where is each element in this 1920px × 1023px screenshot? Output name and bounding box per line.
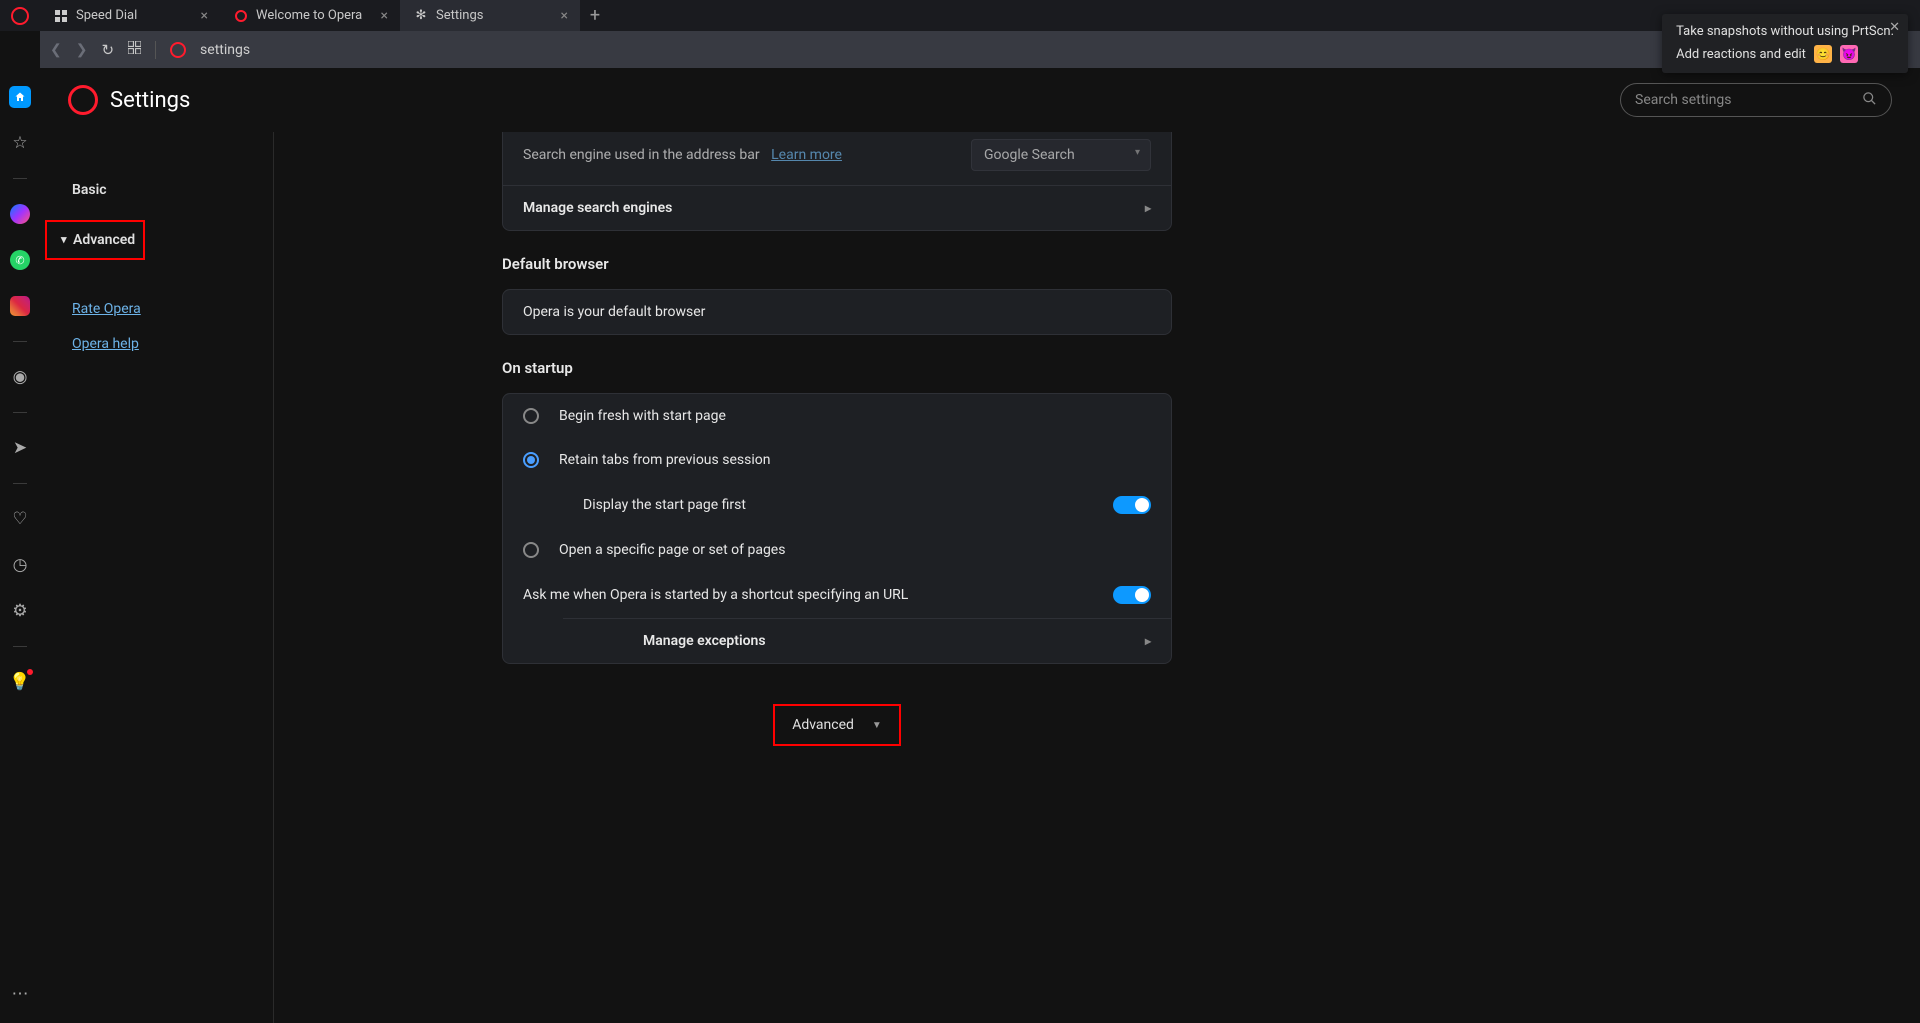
startup-opt-fresh[interactable]: Begin fresh with start page <box>503 394 1171 438</box>
radio-label: Begin fresh with start page <box>559 408 726 424</box>
manage-exceptions-row[interactable]: Manage exceptions ▸ <box>563 618 1171 663</box>
messenger-icon[interactable] <box>9 203 31 225</box>
tooltip-line2-row: Add reactions and edit 😊 😈 <box>1676 45 1894 63</box>
toggle-label: Display the start page first <box>583 497 746 513</box>
address-text[interactable]: settings <box>200 42 250 58</box>
tab-label: Settings <box>436 8 483 23</box>
rate-opera-link[interactable]: Rate Opera <box>72 301 141 317</box>
new-tab-button[interactable]: + <box>580 0 610 31</box>
radio-icon[interactable] <box>523 542 539 558</box>
tooltip-line2: Add reactions and edit <box>1676 47 1806 62</box>
startup-opt-specific[interactable]: Open a specific page or set of pages <box>503 528 1171 572</box>
instagram-icon[interactable] <box>9 295 31 317</box>
section-startup-title: On startup <box>502 359 1172 377</box>
chevron-right-icon: ▸ <box>1145 201 1151 215</box>
search-engine-dropdown[interactable]: Google Search <box>971 139 1151 171</box>
nav-rate-opera[interactable]: Rate Opera <box>40 290 273 325</box>
tooltip-line1: Take snapshots without using PrtScn. <box>1676 24 1894 39</box>
nav-basic[interactable]: Basic <box>40 172 273 208</box>
divider <box>13 341 27 342</box>
learn-more-link[interactable]: Learn more <box>771 147 842 163</box>
gear-icon: ✻ <box>414 9 428 23</box>
divider <box>155 41 156 59</box>
snapshot-tooltip: ✕ Take snapshots without using PrtScn. A… <box>1662 14 1908 73</box>
tab-speed-dial[interactable]: Speed Dial × <box>40 0 220 31</box>
forward-button[interactable]: ❯ <box>76 42 88 58</box>
radio-label: Retain tabs from previous session <box>559 452 770 468</box>
startup-display-first[interactable]: Display the start page first <box>503 482 1171 528</box>
row-label: Manage exceptions <box>643 633 1135 649</box>
settings-gear-icon[interactable]: ⚙ <box>9 600 31 622</box>
search-icon <box>1862 91 1877 110</box>
radio-icon[interactable] <box>523 452 539 468</box>
heart-icon[interactable]: ♡ <box>9 508 31 530</box>
speed-dial-icon <box>54 9 68 23</box>
startup-opt-retain[interactable]: Retain tabs from previous session <box>503 438 1171 482</box>
settings-main: Search engine used in the address bar Le… <box>274 132 1920 1023</box>
search-engine-row: Search engine used in the address bar Le… <box>503 132 1171 185</box>
close-icon[interactable]: × <box>381 8 388 24</box>
player-icon[interactable]: ◉ <box>9 366 31 388</box>
advanced-toggle-button[interactable]: Advanced ▼ <box>773 704 901 746</box>
nav-opera-help[interactable]: Opera help <box>40 325 273 360</box>
light-icon[interactable]: 💡 <box>9 671 31 693</box>
settings-header: Settings <box>40 68 1920 132</box>
back-button[interactable]: ❮ <box>50 42 62 58</box>
opera-menu-button[interactable] <box>0 0 40 31</box>
emoji-icon: 😈 <box>1840 45 1858 63</box>
toggle-label: Ask me when Opera is started by a shortc… <box>523 587 1093 603</box>
close-icon[interactable]: × <box>201 8 208 24</box>
divider <box>13 178 27 179</box>
tab-label: Speed Dial <box>76 8 137 23</box>
close-icon[interactable]: ✕ <box>1889 20 1900 35</box>
site-identity-icon[interactable] <box>170 42 186 58</box>
nav-advanced[interactable]: Advanced <box>45 220 145 260</box>
search-input[interactable] <box>1635 92 1862 108</box>
startup-card: Begin fresh with start page Retain tabs … <box>502 393 1172 664</box>
search-settings-box[interactable] <box>1620 83 1892 117</box>
toggle-switch[interactable] <box>1113 496 1151 514</box>
divider <box>13 483 27 484</box>
opera-help-link[interactable]: Opera help <box>72 336 139 352</box>
settings-side-nav: Basic Advanced Rate Opera Opera help <box>40 132 274 1023</box>
opera-logo-icon <box>11 7 29 25</box>
history-icon[interactable]: ◷ <box>9 554 31 576</box>
default-browser-card: Opera is your default browser <box>502 289 1172 335</box>
section-default-browser-title: Default browser <box>502 255 1172 273</box>
emoji-icon: 😊 <box>1814 45 1832 63</box>
side-panel: ☆ ✆ ◉ ➤ ♡ ◷ ⚙ 💡 ⋯ <box>0 68 40 1023</box>
page-title: Settings <box>110 88 190 113</box>
speed-dial-shortcut[interactable] <box>128 41 141 58</box>
opera-logo-icon <box>68 85 98 115</box>
tab-label: Welcome to Opera <box>256 8 362 23</box>
row-label: Search engine used in the address bar Le… <box>523 147 971 163</box>
default-browser-status: Opera is your default browser <box>503 290 1171 334</box>
tab-settings[interactable]: ✻ Settings × <box>400 0 580 31</box>
radio-icon[interactable] <box>523 408 539 424</box>
search-engine-card: Search engine used in the address bar Le… <box>502 132 1172 231</box>
more-icon[interactable]: ⋯ <box>9 983 31 1005</box>
row-label: Manage search engines <box>523 200 1135 216</box>
bookmarks-icon[interactable]: ☆ <box>9 132 31 154</box>
divider <box>13 646 27 647</box>
reload-button[interactable]: ↻ <box>101 41 114 59</box>
chevron-right-icon: ▸ <box>1145 634 1151 648</box>
button-label: Advanced <box>792 717 854 733</box>
manage-search-engines-row[interactable]: Manage search engines ▸ <box>503 185 1171 230</box>
toggle-switch[interactable] <box>1113 586 1151 604</box>
tab-welcome[interactable]: Welcome to Opera × <box>220 0 400 31</box>
divider <box>13 412 27 413</box>
address-bar: ❮ ❯ ↻ settings <box>40 31 1920 68</box>
radio-label: Open a specific page or set of pages <box>559 542 785 558</box>
startup-ask-shortcut[interactable]: Ask me when Opera is started by a shortc… <box>503 572 1171 618</box>
home-icon[interactable] <box>9 86 31 108</box>
send-icon[interactable]: ➤ <box>9 437 31 459</box>
chevron-down-icon: ▼ <box>872 720 882 731</box>
tab-strip: Speed Dial × Welcome to Opera × ✻ Settin… <box>40 0 610 31</box>
titlebar: Speed Dial × Welcome to Opera × ✻ Settin… <box>0 0 1920 31</box>
whatsapp-icon[interactable]: ✆ <box>9 249 31 271</box>
opera-icon <box>234 9 248 23</box>
close-icon[interactable]: × <box>561 8 568 24</box>
